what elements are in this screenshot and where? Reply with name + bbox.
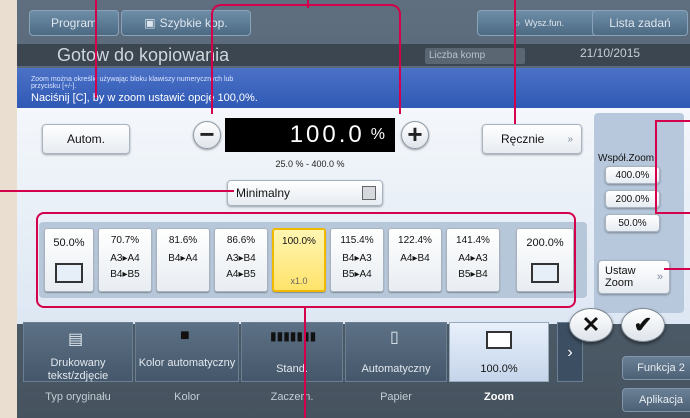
double-chevron-icon: » [656, 271, 663, 283]
status-title: Gotow do kopiowania [57, 45, 230, 65]
tile-label: Typ oryginału [45, 391, 111, 403]
callout-line [514, 0, 516, 124]
copies-label: Liczba komp [425, 48, 525, 64]
function-2-label: Funkcja 2 [637, 362, 685, 374]
document-icon: ▤ [68, 331, 84, 348]
minimal-label: Minimalny [236, 186, 291, 200]
zoom-icon [486, 331, 512, 349]
callout-line [95, 0, 97, 98]
set-zoom-label-2: Zoom [605, 277, 634, 289]
callout-line [399, 36, 401, 114]
close-icon: ✕ [581, 312, 601, 337]
header-instruction: Naciśnij [C], by w zoom ustawić opcję 10… [31, 92, 258, 104]
shared-zoom-400[interactable]: 400.0% [605, 166, 660, 184]
tile-value: Kolor automatyczny [138, 357, 236, 369]
tile-label: Papier [380, 391, 412, 403]
callout-line [655, 120, 690, 122]
shared-zoom-50[interactable]: 50.0% [605, 214, 660, 232]
auto-zoom-label: Autom. [66, 132, 105, 146]
tile-zoom-active[interactable]: 100.0% [449, 322, 549, 382]
shared-zoom-value: 400.0% [615, 169, 650, 181]
job-list-button[interactable]: Lista zadań [592, 10, 688, 36]
callout-line [211, 36, 213, 114]
shared-zoom-value: 50.0% [618, 217, 647, 229]
tile-value: Drukowany tekst/zdjęcie [47, 357, 109, 382]
tile-color[interactable]: ■ Kolor automatyczny [135, 322, 239, 382]
manual-button[interactable]: Ręcznie » [482, 124, 582, 154]
search-label: Wysz.fun. [524, 18, 565, 28]
function-2-button[interactable]: Funkcja 2 [622, 356, 690, 380]
tile-density[interactable]: ▮▮▮▮▮▮▮ Stand. [241, 322, 343, 382]
minus-icon: − [199, 119, 215, 149]
application-label: Aplikacja [638, 394, 684, 406]
zoom-value-display: 100.0 % [225, 118, 395, 152]
density-icon: ▮▮▮▮▮▮▮ [270, 329, 317, 343]
search-button[interactable]: ⌕ Wysz.fun. [477, 10, 601, 36]
callout-bracket [211, 4, 401, 40]
set-zoom-button[interactable]: Ustaw Zoom » [598, 260, 670, 294]
dialog-header: Zoom można określić używając bloku klawi… [17, 68, 690, 108]
paper-icon: ▯ [390, 329, 399, 346]
program-button[interactable]: Program [29, 10, 119, 36]
minimal-toggle[interactable]: Minimalny [227, 180, 383, 206]
minus-button[interactable]: − [193, 121, 221, 149]
tile-label: Kolor [174, 391, 200, 403]
double-chevron-icon: » [567, 133, 573, 145]
checkbox-icon [362, 186, 376, 200]
zoom-unit: % [370, 126, 385, 143]
callout-line [655, 120, 657, 212]
tile-label: Zaczern. [270, 391, 314, 403]
tile-value: Automatyczny [361, 363, 431, 375]
tile-label: Zoom [484, 391, 514, 403]
shared-zoom-200[interactable]: 200.0% [605, 190, 660, 208]
status-date: 21/10/2015 [580, 46, 641, 60]
callout-frame [36, 212, 576, 308]
manual-label: Ręcznie [501, 132, 545, 146]
auto-zoom-button[interactable]: Autom. [42, 124, 130, 154]
callout-line [655, 212, 690, 214]
program-label: Program [50, 16, 97, 30]
zoom-range: 25.0 % - 400.0 % [275, 159, 345, 169]
ok-button[interactable]: ✔ [621, 308, 665, 342]
callout-line [0, 190, 234, 192]
header-hint: Zoom można określić używając bloku klawi… [31, 76, 234, 90]
set-zoom-label-1: Ustaw [605, 265, 636, 277]
cancel-button[interactable]: ✕ [569, 308, 613, 342]
job-list-label: Lista zadań [609, 16, 671, 30]
check-icon: ✔ [633, 312, 653, 337]
shared-zoom-title: Współ.Zoom [598, 153, 655, 164]
plus-button[interactable]: + [401, 121, 429, 149]
tile-original-type[interactable]: ▤ Drukowany tekst/zdjęcie [23, 322, 133, 382]
device-screen: Program ▣ Szybkie kop. ⌕ Wysz.fun. Lista z… [17, 0, 690, 418]
color-icon: ■ [180, 327, 190, 344]
tile-value: 100.0% [480, 363, 518, 375]
screenshot-frame: Program ▣ Szybkie kop. ⌕ Wysz.fun. Lista z… [0, 0, 690, 418]
chevron-right-icon: › [567, 344, 573, 361]
tile-paper[interactable]: ▯ Automatyczny [345, 322, 447, 382]
callout-line [664, 268, 690, 270]
application-button[interactable]: Aplikacja [622, 388, 690, 412]
plus-icon: + [407, 119, 423, 149]
callout-line [304, 308, 306, 418]
callout-line [307, 0, 309, 8]
copy-icon: ▣ [144, 16, 156, 30]
shared-zoom-value: 200.0% [615, 193, 650, 205]
tile-value: Stand. [276, 363, 308, 375]
zoom-value: 100.0 [289, 121, 365, 148]
